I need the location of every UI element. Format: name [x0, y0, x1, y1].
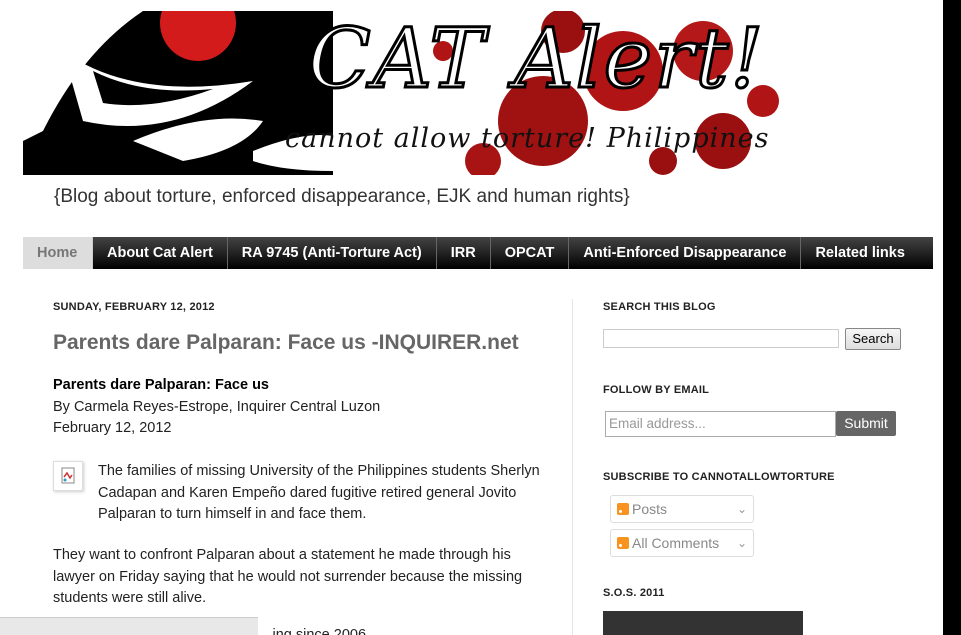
comments-feed-label: All Comments	[632, 535, 720, 551]
search-input[interactable]	[603, 329, 839, 348]
post-date: February 12, 2012	[53, 420, 172, 436]
rss-icon	[617, 503, 629, 515]
rss-icon	[617, 537, 629, 549]
tab-about[interactable]: About Cat Alert	[93, 237, 228, 269]
tab-ra9745[interactable]: RA 9745 (Anti-Torture Act)	[228, 237, 437, 269]
post-title[interactable]: Parents dare Palparan: Face us -INQUIRER…	[53, 331, 519, 355]
post-paragraph-2: They want to confront Palparan about a s…	[53, 547, 523, 606]
submit-button[interactable]: Submit	[836, 411, 896, 436]
posts-feed-label: Posts	[632, 501, 668, 517]
banner-title: CAT Alert!	[306, 12, 766, 107]
post-byline: By Carmela Reyes-Estrope, Inquirer Centr…	[53, 399, 381, 415]
tab-related-links[interactable]: Related links	[801, 237, 918, 269]
post-paragraph-3: …ing since 2006	[258, 627, 367, 635]
email-placeholder: Email address...	[609, 416, 706, 431]
posts-feed-dropdown[interactable]: Posts ⌄	[610, 495, 754, 523]
tab-home[interactable]: Home	[23, 237, 93, 269]
follow-heading: FOLLOW BY EMAIL	[603, 384, 710, 396]
post-subtitle: Parents dare Palparan: Face us	[53, 377, 269, 393]
blog-tagline: {Blog about torture, enforced disappeara…	[54, 186, 630, 207]
post-date-header: SUNDAY, FEBRUARY 12, 2012	[53, 301, 215, 313]
search-heading: SEARCH THIS BLOG	[603, 301, 716, 313]
subscribe-heading: SUBSCRIBE TO CANNOTALLOWTORTURE	[603, 471, 835, 483]
search-button[interactable]: Search	[845, 328, 901, 350]
chevron-down-icon: ⌄	[736, 536, 747, 550]
tab-opcat[interactable]: OPCAT	[491, 237, 570, 269]
status-bar	[0, 617, 258, 635]
sos-heading: S.O.S. 2011	[603, 587, 665, 599]
column-divider	[572, 299, 573, 635]
tab-anti-enforced-disappearance[interactable]: Anti-Enforced Disappearance	[569, 237, 802, 269]
banner-subtitle: cannot allow torture! Philippines	[285, 123, 770, 154]
comments-feed-dropdown[interactable]: All Comments ⌄	[610, 529, 754, 557]
email-field[interactable]: Email address...	[605, 411, 836, 437]
sos-image[interactable]	[603, 611, 803, 635]
broken-image-icon	[53, 461, 83, 491]
chevron-down-icon: ⌄	[736, 502, 747, 516]
page-tabs: Home About Cat Alert RA 9745 (Anti-Tortu…	[23, 237, 933, 269]
tab-irr[interactable]: IRR	[437, 237, 491, 269]
blog-page: CAT Alert! cannot allow torture! Philipp…	[0, 0, 943, 635]
post-paragraph-1: The families of missing University of th…	[98, 463, 540, 522]
header-banner[interactable]: CAT Alert! cannot allow torture! Philipp…	[23, 11, 783, 175]
